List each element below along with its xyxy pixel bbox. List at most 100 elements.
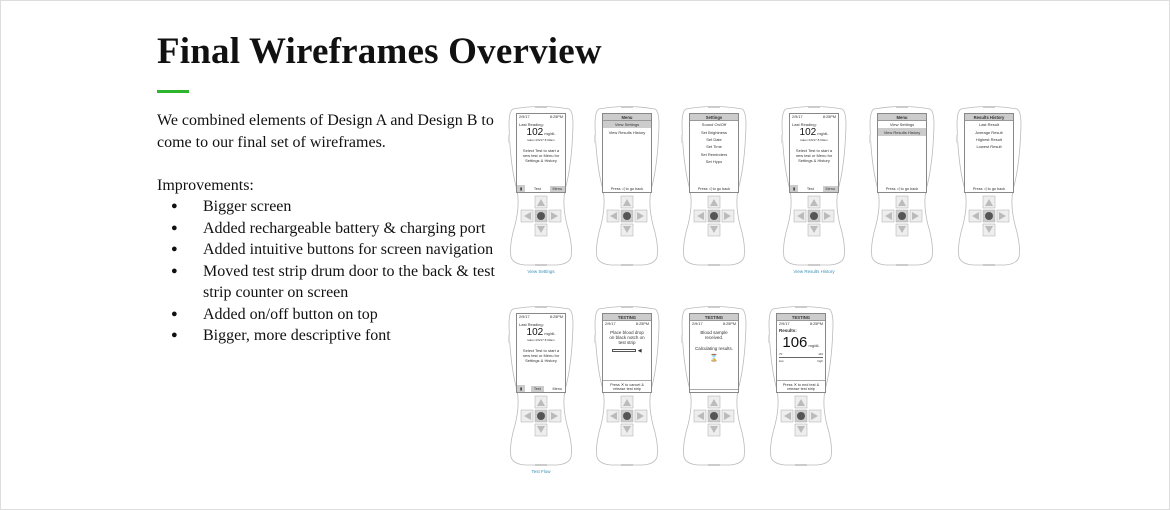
message: Calculating results.: [694, 346, 734, 351]
unit: mg/dL: [544, 331, 556, 336]
low-label: low: [779, 358, 784, 363]
reading-value: 102: [526, 327, 544, 338]
meter-screen: TESTING 2/9/17 8:25PM Place blood drop on b…: [602, 313, 652, 393]
time: 8:25PM: [635, 322, 649, 326]
unit: mg/dL: [544, 131, 556, 136]
instructions: Select Test to start a new test or Menu …: [522, 148, 560, 163]
page-title: Final Wireframes Overview: [157, 31, 602, 72]
softkey-test[interactable]: Test: [530, 385, 544, 392]
date: 2/9/17: [519, 115, 530, 119]
meter-wireframe: Results History Last Result Average Result…: [955, 105, 1023, 267]
meter-screen: 2/9/17 8:25PM Last Reading: 102 mg/dL take…: [516, 113, 566, 193]
meter-screen: Menu View Settings View Results History Pre…: [877, 113, 927, 193]
message: Place blood drop on black notch on test …: [609, 330, 645, 345]
result-value: 106: [782, 334, 808, 351]
range-low: 70: [779, 352, 783, 356]
footer-hint: Press ◁ to go back: [610, 187, 644, 191]
softkey-test[interactable]: Test: [531, 186, 544, 192]
menu-item[interactable]: Average Result: [965, 128, 1013, 135]
footer-hint: Press ◁ to go back: [697, 187, 731, 191]
improvement-item: Bigger, more descriptive font: [157, 325, 497, 347]
improvement-item: Added on/off button on top: [157, 304, 497, 326]
softkey-menu[interactable]: Menu: [550, 386, 566, 392]
screen-header: Menu: [603, 114, 651, 121]
meter-wireframe: TESTING 2/9/17 8:25PM Results: 106 mg/dL 70…: [767, 305, 835, 467]
power-icon[interactable]: ▮: [517, 385, 526, 392]
softkey-menu[interactable]: Menu: [822, 185, 838, 192]
softkey-test[interactable]: Test: [804, 186, 817, 192]
description: We combined elements of Design A and Des…: [157, 110, 497, 347]
menu-item[interactable]: Set Reminders: [690, 151, 738, 158]
range-high: 110: [818, 352, 823, 356]
improvement-item: Moved test strip drum door to the back &…: [157, 261, 497, 304]
date: 2/9/17: [519, 315, 530, 319]
improvement-item: Bigger screen: [157, 196, 497, 218]
reading-value: 102: [526, 127, 544, 138]
high-label: high: [817, 358, 823, 363]
meter-screen: Menu View Settings View Results History Pre…: [602, 113, 652, 193]
power-icon[interactable]: ▮: [517, 185, 526, 192]
footer-hint: Press ◁ to go back: [885, 187, 919, 191]
meter-screen: TESTING 2/9/17 8:25PM Results: 106 mg/dL 70…: [776, 313, 826, 393]
results-label: Results:: [779, 328, 797, 333]
meter-screen: TESTING 2/9/17 8:25PM Blood sample received…: [689, 313, 739, 393]
screen-header: Menu: [878, 114, 926, 121]
menu-item[interactable]: View Results History: [603, 128, 651, 135]
intro-text: We combined elements of Design A and Des…: [157, 112, 494, 151]
meter-screen: Results History Last Result Average Result…: [964, 113, 1014, 193]
meter-wireframe: 2/9/17 8:25PM Last Reading: 102 mg/dL take…: [507, 105, 575, 274]
date: 2/9/17: [692, 322, 703, 326]
time: 8:25PM: [809, 322, 823, 326]
footer-hint: Press ✕ to cancel & release test strip: [603, 380, 651, 392]
time: 8:25PM: [722, 322, 736, 326]
meter-screen: 2/9/17 8:25PM Last Reading: 102 mg/dL take…: [789, 113, 839, 193]
menu-item[interactable]: Set Date: [690, 136, 738, 143]
reading-value: 102: [799, 127, 817, 138]
screen-header: TESTING: [690, 314, 738, 321]
time: 8:25PM: [822, 115, 836, 119]
hourglass-icon: ⌛: [709, 355, 719, 362]
meter-wireframe: 2/9/17 8:25PM Last Reading: 102 mg/dL take…: [780, 105, 848, 274]
date: 2/9/17: [605, 322, 616, 326]
meter-screen: Settings Sound On/Off Set Brightness Set Da…: [689, 113, 739, 193]
meter-wireframe: Menu View Settings View Results History Pre…: [868, 105, 936, 267]
time: 8:25PM: [549, 115, 563, 119]
reading-label: Last Reading:: [519, 322, 544, 327]
softkeys: ▮ Test Menu: [517, 385, 565, 392]
screen-header: Results History: [965, 114, 1013, 121]
instructions: Select Test to start a new test or Menu …: [522, 348, 560, 363]
unit: mg/dL: [817, 131, 829, 136]
instructions: Select Test to start a new test or Menu …: [795, 148, 833, 163]
message: Blood sample received.: [700, 330, 728, 340]
menu-item[interactable]: Set Brightness: [690, 128, 738, 135]
improvement-item: Added intuitive buttons for screen navig…: [157, 239, 497, 261]
menu-item[interactable]: Sound On/Off: [690, 121, 738, 128]
power-icon[interactable]: ▮: [790, 185, 799, 192]
flow-caption: View Results History: [793, 269, 835, 274]
reading-label: Last Reading:: [519, 122, 544, 127]
footer-hint: Press ✕ to end test & release test strip: [777, 380, 825, 392]
menu-item[interactable]: Set Time: [690, 143, 738, 150]
meter-wireframe: Settings Sound On/Off Set Brightness Set Da…: [680, 105, 748, 267]
screen-header: TESTING: [603, 314, 651, 321]
menu-item[interactable]: Highest Result: [965, 136, 1013, 143]
softkeys: ▮ Test Menu: [790, 185, 838, 192]
menu-item[interactable]: Last Result: [965, 121, 1013, 128]
menu-item[interactable]: View Results History: [878, 128, 926, 136]
time: 8:25PM: [549, 315, 563, 319]
meter-wireframe: Menu View Settings View Results History Pre…: [593, 105, 661, 267]
menu-item[interactable]: View Settings: [603, 121, 651, 129]
improvements-label: Improvements:: [157, 176, 254, 194]
title-accent-line: [157, 90, 189, 93]
meter-wireframe: TESTING 2/9/17 8:25PM Place blood drop on b…: [593, 305, 661, 467]
softkey-menu[interactable]: Menu: [549, 185, 565, 192]
improvement-item: Added rechargeable battery & charging po…: [157, 218, 497, 240]
flow-caption: Test Flow: [531, 469, 551, 474]
softkeys: ▮ Test Menu: [517, 185, 565, 192]
footer-hint: Press ◁ to go back: [972, 187, 1006, 191]
menu-item[interactable]: Lowest Result: [965, 143, 1013, 150]
flow-caption: View Settings: [527, 269, 555, 274]
menu-item[interactable]: Set Hypo: [690, 158, 738, 165]
reading-label: Last Reading:: [792, 122, 817, 127]
menu-item[interactable]: View Settings: [878, 121, 926, 128]
